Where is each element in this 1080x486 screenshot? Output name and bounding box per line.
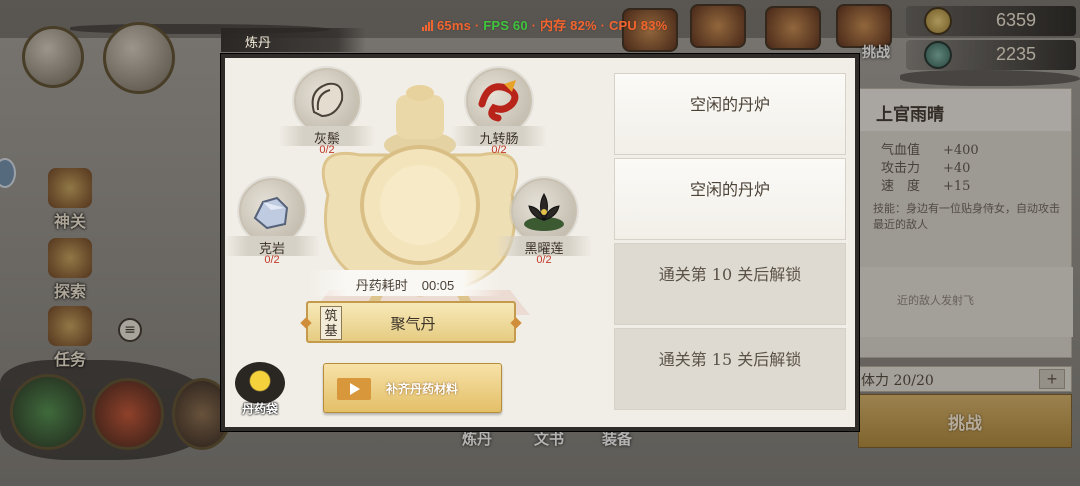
- fps-text: FPS 60: [483, 18, 528, 33]
- ingredient-name: 黑曜莲: [496, 236, 592, 257]
- furnace-slot-1[interactable]: 空闲的丹炉: [614, 73, 846, 155]
- video-ad-icon: [337, 378, 371, 400]
- furnace-slot-3-locked: 通关第 10 关后解锁: [614, 243, 846, 325]
- gray-fur-icon: [294, 68, 360, 134]
- pill-bag-icon: [235, 362, 285, 404]
- rock-crystal-icon: [239, 178, 305, 244]
- pill-bag-label: 丹药袋: [241, 402, 278, 416]
- brew-time-label: 丹药耗时: [355, 279, 408, 294]
- ingredient-count: 0/2: [319, 144, 335, 156]
- signal-icon: [422, 19, 433, 31]
- ping-text: 65ms: [437, 18, 472, 33]
- ingredient-slot[interactable]: 九转肠 0/2: [451, 68, 547, 156]
- pill-name: 聚气丹: [390, 315, 436, 333]
- furnace-slot-2[interactable]: 空闲的丹炉: [614, 158, 846, 240]
- ingredient-count: 0/2: [264, 254, 280, 266]
- pill-tier-tag: 筑基: [320, 306, 342, 340]
- ingredient-count: 0/2: [491, 144, 507, 156]
- refill-materials-button[interactable]: 补齐丹药材料: [323, 363, 502, 413]
- ingredient-name: 克岩: [224, 236, 320, 257]
- pill-selector[interactable]: 筑基 聚气丹: [300, 301, 522, 343]
- cpu-text: CPU 83%: [608, 18, 668, 33]
- brew-time-box: 丹药耗时 00:05: [308, 270, 502, 296]
- refill-button-label: 补齐丹药材料: [386, 382, 459, 396]
- ingredient-count: 0/2: [536, 254, 552, 266]
- ingredient-name: 九转肠: [451, 126, 547, 147]
- pill-bag-button[interactable]: 丹药袋: [232, 362, 288, 422]
- ingredient-slot[interactable]: 克岩 0/2: [224, 178, 320, 266]
- perf-overlay: 65ms · FPS 60 · 内存 82% · CPU 83%: [422, 15, 667, 34]
- black-lotus-icon: [511, 178, 577, 244]
- ingredient-name: 灰鬃: [279, 126, 375, 147]
- ingredient-slot[interactable]: 黑曜莲 0/2: [496, 178, 592, 266]
- memory-text: 内存 82%: [539, 18, 597, 33]
- dialog-title: 炼丹: [221, 28, 366, 52]
- brew-time-value: 00:05: [421, 278, 455, 293]
- red-intestine-icon: [466, 68, 532, 134]
- ingredient-slot[interactable]: 灰鬃 0/2: [279, 68, 375, 156]
- furnace-slot-4-locked: 通关第 15 关后解锁: [614, 328, 846, 410]
